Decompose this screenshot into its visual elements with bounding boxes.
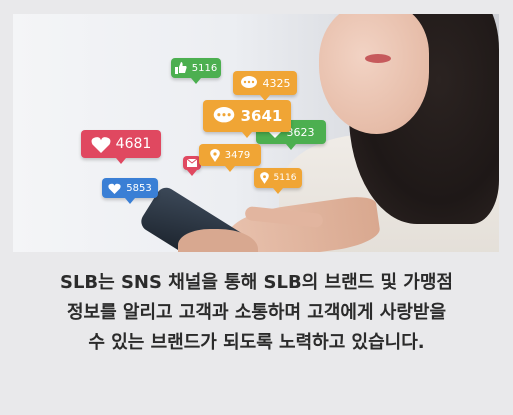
caption-line-3: 수 있는 브랜드가 되도록 노력하고 있습니다. [88, 332, 425, 353]
map-pin-icon [209, 148, 220, 162]
badge-likes-top: 5116 [171, 58, 221, 84]
caption-line-1: SLB는 SNS 채널을 통해 SLB의 브랜드 및 가맹점 [59, 272, 453, 293]
face [319, 14, 429, 134]
badge-comments-big-value: 3641 [240, 107, 283, 125]
badge-hearts-blue-value: 5853 [126, 182, 152, 194]
badge-hearts-blue: 5853 [102, 178, 158, 204]
caption-text: SLB는 SNS 채널을 통해 SLB의 브랜드 및 가맹점 정보를 알리고 고… [0, 268, 513, 358]
badge-location-right: 5116 [254, 168, 302, 194]
badge-location-right-value: 5116 [273, 173, 297, 183]
badge-comments-big: 3641 [203, 100, 291, 138]
thumbs-up-icon [174, 62, 187, 74]
badge-comments-small-value: 4325 [262, 76, 291, 90]
speech-bubble-icon [240, 76, 258, 90]
sns-info-card: 5116 4325 3623 3641 4681 3479 5116 5853 … [0, 0, 513, 415]
heart-icon [108, 183, 121, 194]
badge-hearts-red: 4681 [81, 130, 161, 164]
heart-icon [91, 136, 111, 153]
caption-line-2: 정보를 알리고 고객과 소통하며 고객에게 사랑받을 [66, 302, 447, 323]
lips [365, 54, 391, 63]
badge-comments-small: 4325 [233, 71, 297, 101]
speech-bubble-icon [212, 107, 236, 125]
badge-hearts-red-value: 4681 [115, 136, 152, 152]
badge-location-mid-value: 3479 [224, 149, 251, 161]
map-pin-icon [259, 172, 269, 184]
envelope-icon [187, 159, 197, 167]
badge-location-mid: 3479 [199, 144, 261, 172]
badge-likes-top-value: 5116 [191, 62, 218, 74]
sns-promo-photo: 5116 4325 3623 3641 4681 3479 5116 5853 [13, 14, 499, 252]
